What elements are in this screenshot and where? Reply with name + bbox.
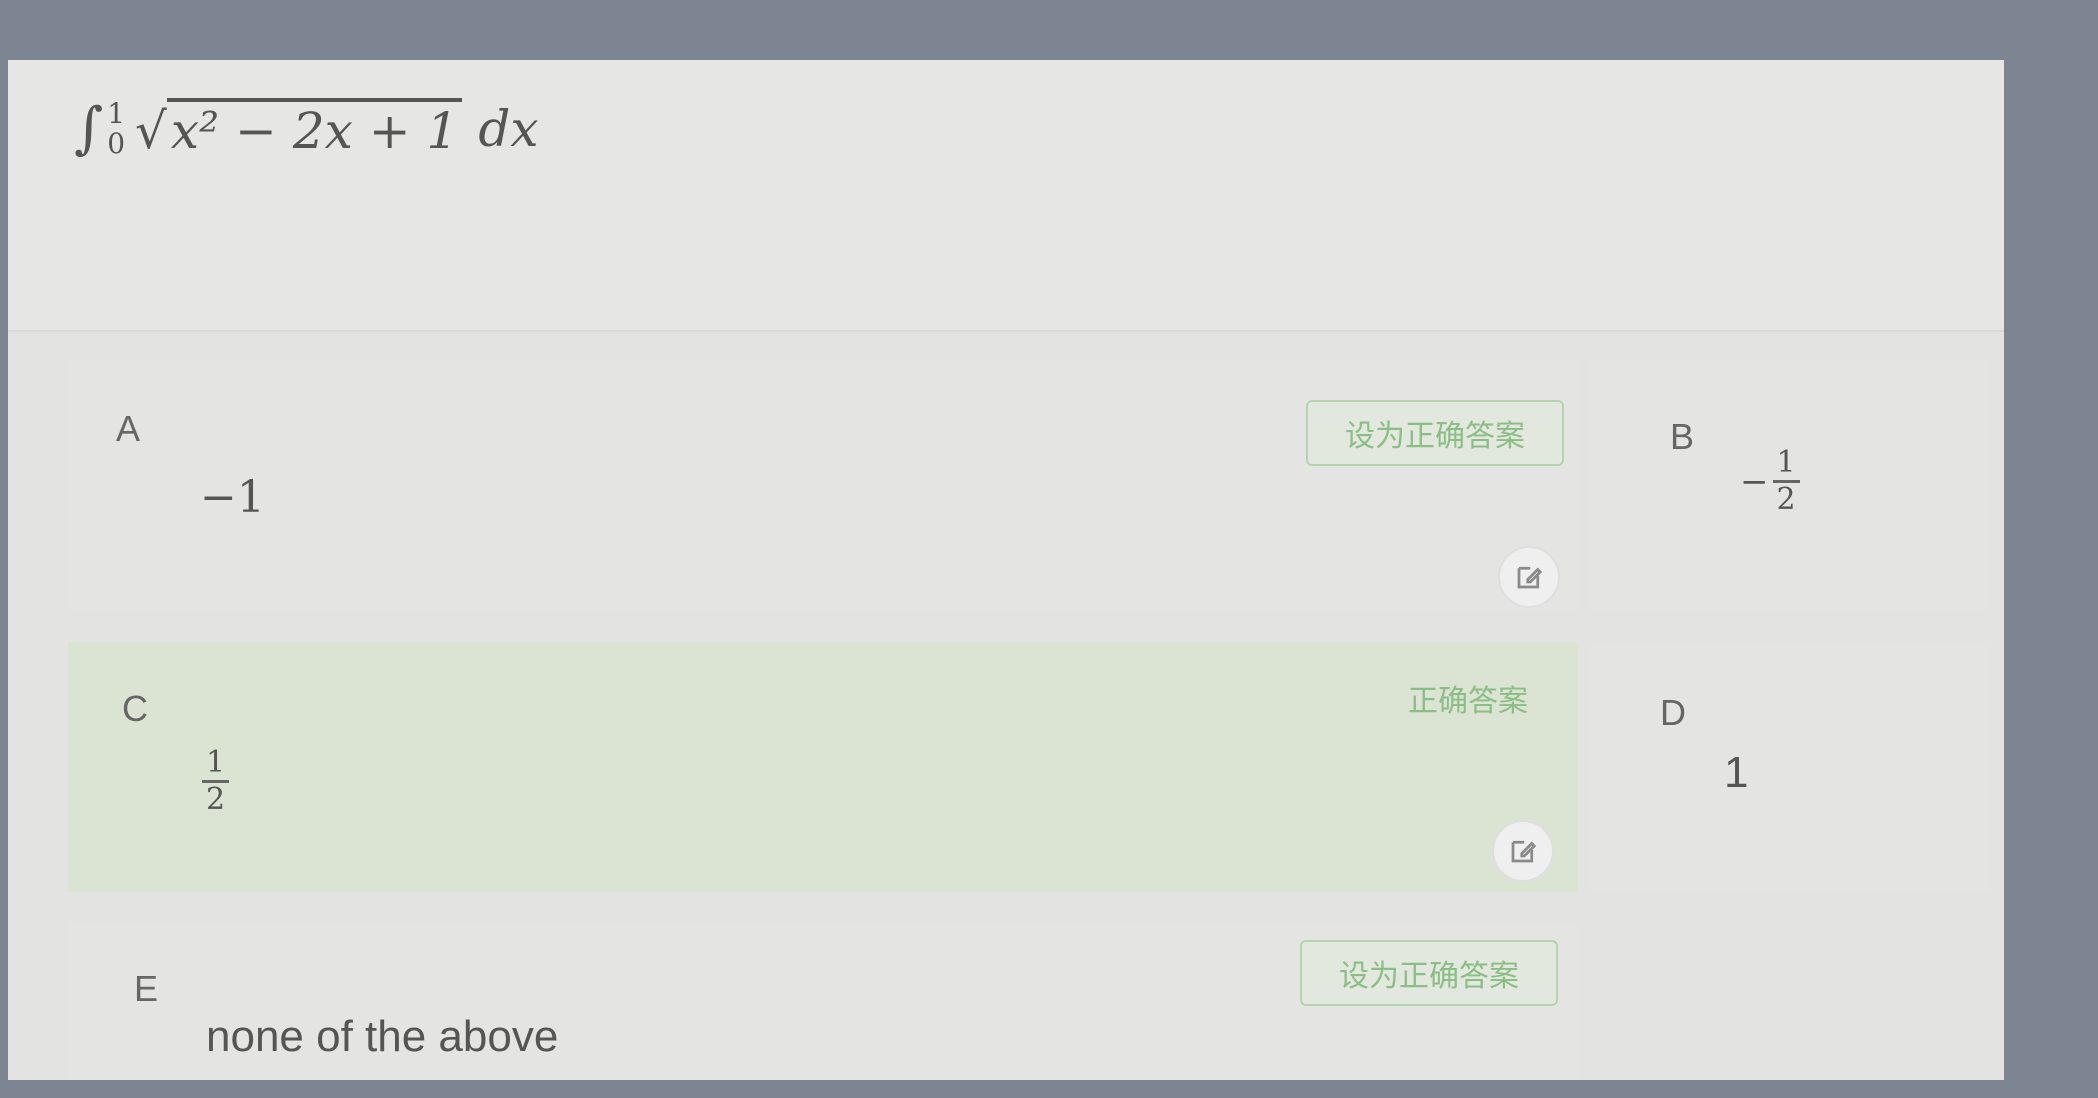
option-value: 1 2 — [202, 732, 230, 817]
option-letter: C — [122, 688, 148, 729]
set-correct-answer-button[interactable]: 设为正确答案 — [1306, 400, 1564, 466]
option-d[interactable]: D 1 — [1590, 642, 1990, 892]
denominator: 2 — [1776, 482, 1796, 517]
option-value: 1 — [1724, 748, 1749, 797]
fraction: 1 2 — [202, 746, 230, 817]
option-letter: D — [1660, 692, 1686, 733]
square-root: √ x² − 2x + 1 — [135, 97, 463, 160]
option-value: −1 — [200, 472, 265, 523]
option-e[interactable]: E none of the above 设为正确答案 — [68, 922, 1578, 1080]
question-formula: ∫ 1 0 √ x² − 2x + 1 dx — [74, 96, 539, 161]
fraction: 1 2 — [1772, 446, 1800, 517]
lower-limit: 0 — [107, 126, 126, 160]
option-letter: B — [1670, 416, 1695, 457]
integral-limits: 1 0 — [107, 96, 126, 160]
numerator: 1 — [202, 746, 230, 783]
edit-icon — [1511, 840, 1537, 863]
fraction-sign: − — [1740, 461, 1769, 502]
question-editor-panel: ∫ 1 0 √ x² − 2x + 1 dx A −1 设为正确答案 B − 1… — [8, 60, 2004, 1080]
option-value: − 1 2 — [1740, 446, 1800, 517]
set-correct-answer-button[interactable]: 设为正确答案 — [1300, 940, 1558, 1006]
option-c[interactable]: C 1 2 正确答案 — [68, 642, 1578, 892]
edit-icon — [1517, 566, 1543, 589]
option-value: none of the above — [206, 1012, 559, 1061]
option-a[interactable]: A −1 设为正确答案 — [68, 360, 1578, 610]
integral-sign: ∫ — [74, 96, 104, 161]
edit-button[interactable] — [1498, 546, 1560, 608]
correct-answer-label: 正确答案 — [1408, 684, 1528, 719]
upper-limit: 1 — [107, 96, 126, 130]
numerator: 1 — [1772, 446, 1800, 483]
question-stem: ∫ 1 0 √ x² − 2x + 1 dx — [8, 60, 2004, 332]
radicand: x² − 2x + 1 — [166, 97, 463, 160]
denominator: 2 — [206, 782, 226, 817]
option-letter: E — [134, 968, 159, 1009]
differential: dx — [478, 99, 539, 158]
edit-button[interactable] — [1492, 820, 1554, 882]
screen: ∫ 1 0 √ x² − 2x + 1 dx A −1 设为正确答案 B − 1… — [8, 60, 2004, 1080]
option-letter: A — [116, 408, 141, 449]
option-b[interactable]: B − 1 2 — [1590, 360, 1990, 610]
